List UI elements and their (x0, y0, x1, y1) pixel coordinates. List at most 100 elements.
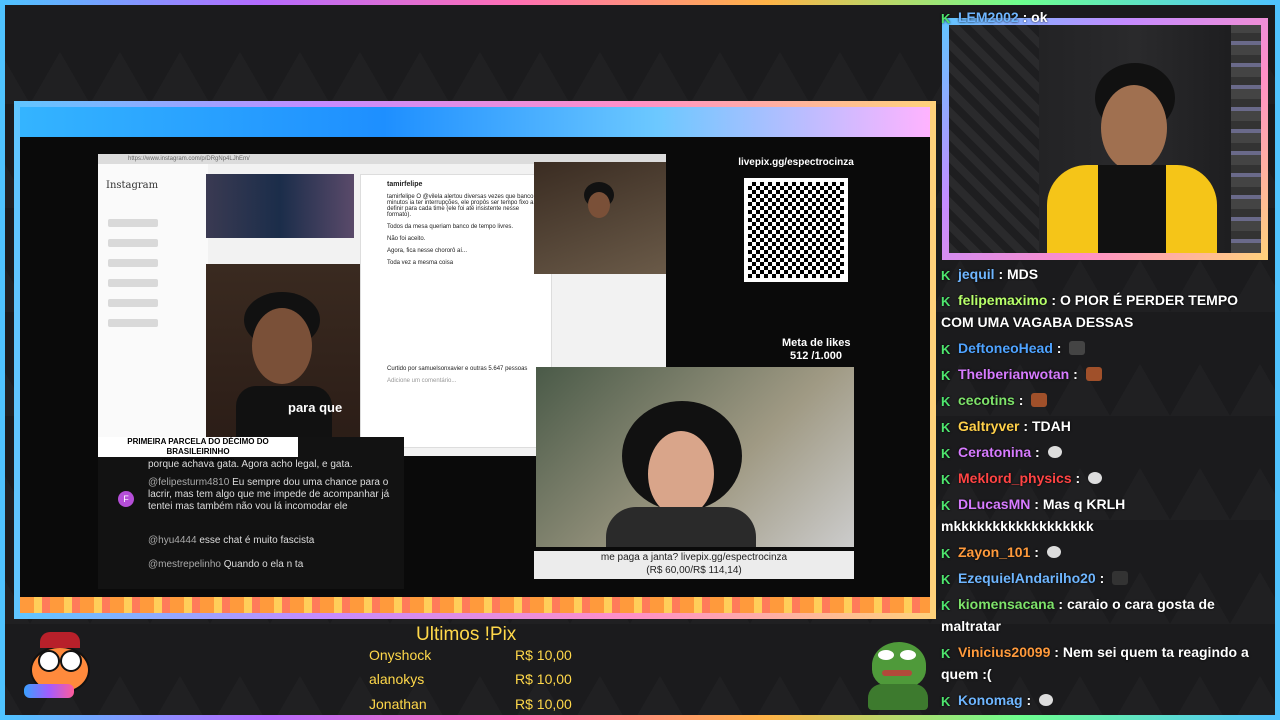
post-caption-3: Não foi aceito. (387, 236, 426, 242)
pix-title: Ultimos !Pix (416, 624, 517, 645)
chat-username[interactable]: DLucasMN (958, 496, 1030, 512)
embedded-stream-thumbnail (206, 174, 354, 238)
embedded-stream-c (534, 162, 666, 274)
guest-caption-line-1: me paga a janta? livepix.gg/espectrocinz… (600, 552, 788, 563)
chat-username[interactable]: Thelberianwotan (958, 366, 1069, 382)
video-content[interactable]: https://www.instagram.com/p/DRgNp4LJhEm/… (20, 137, 930, 597)
chat-line: Kjequil : MDS (941, 266, 1039, 283)
pix-name: Jonathan (369, 696, 427, 712)
post-username: tamirfelipe (387, 181, 423, 188)
badge-icon: K (941, 446, 951, 461)
emote-icon (1031, 393, 1048, 407)
chat-username[interactable]: jequil (958, 266, 995, 282)
banner-title: PRIMEIRA PARCELA DO DÉCIMO DO BRASILEIRI… (127, 437, 269, 456)
post-likes: Curtido por samuelsonxavier e outras 5.6… (387, 366, 528, 372)
video-top-bar (20, 107, 930, 137)
sidebar-item (108, 279, 158, 287)
guest-caption: me paga a janta? livepix.gg/espectrocinz… (534, 551, 854, 579)
streamer-webcam (949, 25, 1261, 253)
pix-amount: R$ 10,00 (515, 647, 572, 663)
sidebar-item (108, 219, 158, 227)
badge-icon: K (941, 546, 951, 561)
chat-message: @hyu4444 esse chat é muito fascista (148, 535, 398, 547)
chat-text: TDAH (1031, 418, 1071, 434)
donation-banner: PRIMEIRA PARCELA DO DÉCIMO DO BRASILEIRI… (98, 437, 298, 465)
chat-username[interactable]: Ceratonina (958, 444, 1031, 460)
streamer-webcam-frame (942, 18, 1268, 260)
qr-url: livepix.gg/espectrocinza (738, 157, 854, 168)
chat-line: K Meklord_physics : (941, 467, 1273, 489)
chat-message: @felipesturm4810 Eu sempre dou uma chanc… (148, 477, 398, 513)
badge-icon: K (941, 268, 951, 283)
reactor-webcam: para que (206, 264, 360, 456)
post-caption-1: tamirfelipe O @vilela alertou diversas v… (387, 194, 542, 218)
pepe-frog-icon (864, 636, 934, 712)
speech-bubble-icon (1039, 694, 1054, 706)
speech-bubble-icon (1046, 546, 1061, 558)
post-caption-4: Agora, fica nesse chororô aí... (387, 248, 468, 254)
chat-line: K EzequielAndarilho20 : (941, 567, 1273, 589)
badge-icon: K (941, 572, 951, 587)
avatar: F (118, 491, 134, 507)
badge-icon: K (941, 394, 951, 409)
speech-bubble-icon (1088, 472, 1103, 484)
chat-line: K Ceratonina : (941, 441, 1273, 463)
chat-username[interactable]: DeftoneoHead (958, 340, 1053, 356)
chat-username[interactable]: Vinicius20099 (958, 644, 1050, 660)
badge-icon: K (941, 472, 951, 487)
chat-line: Kfelipemaximo : O PIOR É PERDER TEMPO CO… (941, 292, 1239, 330)
badge-icon: K (941, 646, 951, 661)
chat-line: K DeftoneoHead : (941, 337, 1273, 359)
video-bottom-bar (20, 597, 930, 613)
overlay-caption: para que (288, 400, 343, 415)
chat-message: porque achava gata. Agora acho legal, e … (148, 459, 353, 470)
post-caption-2: Todos da mesa queriam banco de tempo liv… (387, 224, 514, 230)
qr-donation: livepix.gg/espectrocinza (736, 157, 856, 337)
pix-amount: R$ 10,00 (515, 671, 572, 687)
instagram-post: tamirfelipe tamirfelipe O @vilela alerto… (360, 174, 552, 448)
instagram-logo: Instagram (106, 180, 159, 191)
sidebar-item (108, 299, 158, 307)
chat-line: K DLucasMN : Mas q KRLH mkkkkkkkkkkkkkkkk… (941, 496, 1126, 534)
chat-username[interactable]: Zayon_101 (958, 544, 1030, 560)
chat-line: K LEM2002 : ok (941, 9, 1048, 26)
badge-icon: K (941, 598, 951, 613)
chat-message: @mestrepelinho Quando o ela n ta (148, 559, 398, 571)
badge-icon: K (941, 342, 951, 357)
pix-amount: R$ 10,00 (515, 696, 572, 712)
badge-icon: K (941, 294, 951, 309)
chat-username: @mestrepelinho (148, 559, 221, 570)
chat-username: @felipesturm4810 (148, 477, 230, 488)
post-caption-5: Toda vez a mesma coisa (387, 260, 454, 266)
instagram-sidebar: Instagram (98, 164, 208, 456)
chat-username[interactable]: Galtryver (958, 418, 1019, 434)
chat-username[interactable]: LEM2002 (958, 9, 1019, 25)
chat-line: K Zayon_101 : (941, 541, 1273, 563)
pix-name: alanokys (369, 671, 425, 687)
chat-text: MDS (1007, 266, 1039, 282)
chat-username[interactable]: EzequielAndarilho20 (958, 570, 1096, 586)
badge-icon: K (941, 694, 951, 709)
meta-value: 512 /1.000 (790, 350, 842, 362)
post-comment-input[interactable]: Adicione um comentário... (361, 372, 551, 384)
badge-icon: K (941, 368, 951, 383)
chat-username[interactable]: Meklord_physics (958, 470, 1072, 486)
chat-username: @hyu4444 (148, 535, 197, 546)
mascot-icon (20, 626, 100, 706)
emote-icon (1112, 571, 1129, 585)
speech-bubble-icon (1047, 446, 1062, 458)
sidebar-item (108, 239, 158, 247)
qr-code-icon (744, 178, 848, 282)
emote-icon (1069, 341, 1086, 355)
pix-name: Onyshock (369, 647, 432, 663)
sidebar-item (108, 319, 158, 327)
chat-line: Kcecotins : (941, 389, 1273, 411)
chat-username[interactable]: cecotins (958, 392, 1015, 408)
badge-icon: K (941, 420, 951, 435)
chat-username[interactable]: kiomensacana (958, 596, 1055, 612)
chat-username[interactable]: felipemaximo (958, 292, 1047, 308)
video-frame: https://www.instagram.com/p/DRgNp4LJhEm/… (14, 101, 936, 619)
chat-line: K Galtryver : TDAH (941, 418, 1071, 435)
meta-title: Meta de likes (782, 337, 851, 349)
chat-username[interactable]: Konomag (958, 692, 1023, 708)
